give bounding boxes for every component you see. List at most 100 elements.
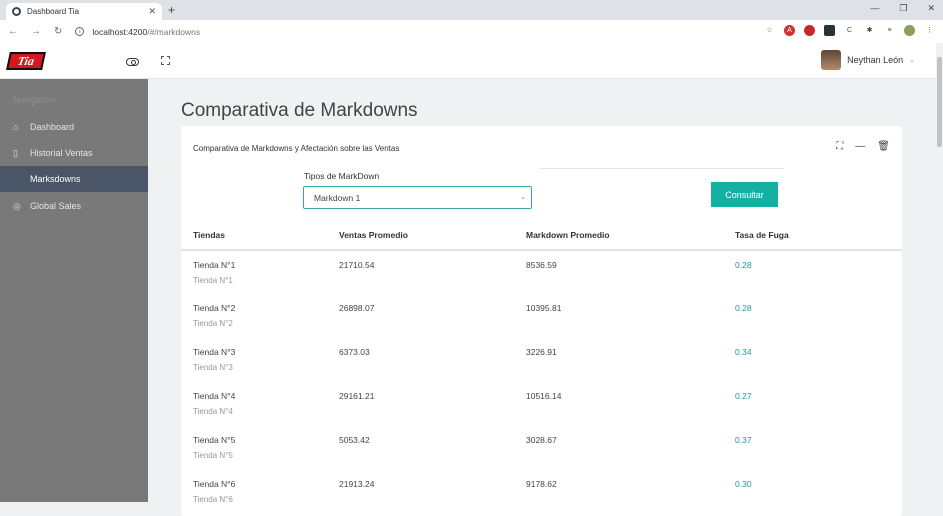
table-row[interactable]: Tienda N°6 Tienda N°6 21913.24 9178.62 0.… [181,470,902,514]
url-host: localhost:4200 [92,26,148,37]
column-header[interactable]: Tasa de Fuga [723,221,902,251]
adblock-icon[interactable]: A [784,25,795,36]
user-name: Neythan León [847,55,904,65]
column-header[interactable]: Tiendas [181,221,327,251]
home-icon: ⌂ [13,122,19,132]
select-label: Tipos de MarkDown [304,171,380,181]
sales-cell: 6373.03 [339,347,370,357]
sales-cell: 21710.54 [339,260,375,270]
sales-cell: 21913.24 [339,479,375,489]
forward-icon[interactable]: → [31,26,41,37]
table-row[interactable]: Tienda N°4 Tienda N°4 29161.21 10516.14 0… [181,382,902,426]
url-field[interactable]: localhost:4200/#/markdowns [92,27,200,37]
extension-icon[interactable] [804,25,815,36]
consultar-button[interactable]: Consultar [711,182,778,207]
store-name: Tienda N°6 [193,479,236,489]
store-name: Tienda N°4 [193,391,236,401]
page-title: Comparativa de Markdowns [181,100,418,121]
markdowns-table: Tiendas Ventas Promedio Markdown Promedi… [181,221,902,514]
rate-cell: 0.28 [735,260,752,270]
avatar [821,50,842,70]
table-header-row: Tiendas Ventas Promedio Markdown Promedi… [181,221,902,251]
sidebar-item-marksdowns[interactable]: Marksdowns [0,166,148,192]
store-subtitle: Tienda N°2 [193,319,233,328]
star-icon[interactable]: ☆ [764,25,775,36]
info-icon[interactable]: i [75,27,85,36]
rate-cell: 0.27 [735,391,752,401]
store-subtitle: Tienda N°6 [193,495,233,504]
rate-cell: 0.34 [735,347,752,357]
user-menu[interactable]: Neythan León ⌄ [821,50,915,70]
extension-icon[interactable] [824,25,835,36]
sidebar-item-label: Marksdowns [30,174,81,184]
rate-cell: 0.37 [735,435,752,445]
reload-icon[interactable]: ↻ [54,26,62,37]
expand-icon[interactable]: ⛶ [836,141,843,152]
sales-cell: 5053.42 [339,435,370,445]
extension-icon[interactable]: C [844,25,855,36]
globe-icon: ◎ [13,200,21,211]
markdown-cell: 3028.67 [526,435,557,445]
store-name: Tienda N°1 [193,260,236,270]
store-subtitle: Tienda N°1 [193,276,233,285]
markdown-type-select[interactable]: Markdown 1 ⌄ [303,186,532,209]
store-name: Tienda N°3 [193,347,236,357]
divider [540,168,784,169]
markdown-cell: 3226.91 [526,347,557,357]
sidebar-item-historial-ventas[interactable]: ▯ Historial Ventas [0,140,148,166]
minimize-icon[interactable]: — [870,3,879,14]
rate-cell: 0.30 [735,479,752,489]
restore-icon[interactable]: ❐ [899,3,907,14]
card-title: Comparativa de Markdowns y Afectación so… [193,144,400,153]
select-value: Markdown 1 [314,193,361,203]
profile-icon[interactable] [904,25,915,36]
window-controls: — ❐ ✕ [870,3,935,14]
tia-logo[interactable]: Tia [6,52,46,70]
table-row[interactable]: Tienda N°2 Tienda N°2 26898.07 10395.81 0… [181,294,902,338]
scrollbar-thumb[interactable] [937,57,942,147]
store-subtitle: Tienda N°3 [193,363,233,372]
table-row[interactable]: Tienda N°3 Tienda N°3 6373.03 3226.91 0.3… [181,338,902,382]
fullscreen-icon[interactable] [161,56,170,65]
trash-icon[interactable]: 🗑 [877,141,890,152]
menu-list-icon[interactable]: ≡ [884,25,895,36]
sidebar-heading: Navigation [13,95,56,105]
markdown-cell: 10395.81 [526,303,562,313]
sidebar: Navigation ⌂ Dashboard ▯ Historial Venta… [0,79,148,502]
table-row[interactable]: Tienda N°5 Tienda N°5 5053.42 3028.67 0.3… [181,426,902,470]
sidebar-item-label: Dashboard [30,122,75,132]
sidebar-item-global-sales[interactable]: ◎ Global Sales [0,193,148,219]
sidebar-toggle-icon[interactable] [126,58,139,66]
close-window-icon[interactable]: ✕ [927,3,935,14]
back-icon[interactable]: ← [8,26,18,37]
main-content: Comparativa de Markdowns Comparativa de … [148,79,936,516]
more-icon[interactable]: ⋮ [924,25,935,36]
column-header[interactable]: Markdown Promedio [514,221,723,251]
markdown-cell: 8536.59 [526,260,557,270]
sidebar-item-dashboard[interactable]: ⌂ Dashboard [0,114,148,140]
url-path: /#/markdowns [147,26,201,37]
favicon-icon [12,7,21,16]
column-header[interactable]: Ventas Promedio [327,221,514,251]
close-tab-icon[interactable]: ✕ [148,6,156,17]
browser-tab[interactable]: Dashboard Tia ✕ [6,3,162,20]
tab-title: Dashboard Tia [27,7,80,16]
page-scrollbar[interactable] [936,43,943,502]
store-subtitle: Tienda N°5 [193,451,233,460]
chevron-down-icon: ⌄ [520,194,526,201]
table-row[interactable]: Tienda N°1 Tienda N°1 21710.54 8536.59 0.… [181,250,902,294]
store-name: Tienda N°2 [193,303,236,313]
puzzle-icon[interactable]: ✱ [864,25,875,36]
store-subtitle: Tienda N°4 [193,407,233,416]
markdown-cell: 9178.62 [526,479,557,489]
app-topbar [0,43,943,79]
markdowns-card: Comparativa de Markdowns y Afectación so… [181,126,902,516]
new-tab-icon[interactable]: + [168,3,175,17]
collapse-icon[interactable]: — [855,141,865,152]
sidebar-item-label: Global Sales [30,201,82,211]
browser-chrome: Dashboard Tia ✕ + — ❐ ✕ ← → ↻ i localhos… [0,0,943,43]
sales-cell: 26898.07 [339,303,375,313]
card-tools: ⛶ — 🗑 [836,141,890,152]
markdown-cell: 10516.14 [526,391,562,401]
chevron-down-icon: ⌄ [909,57,915,64]
